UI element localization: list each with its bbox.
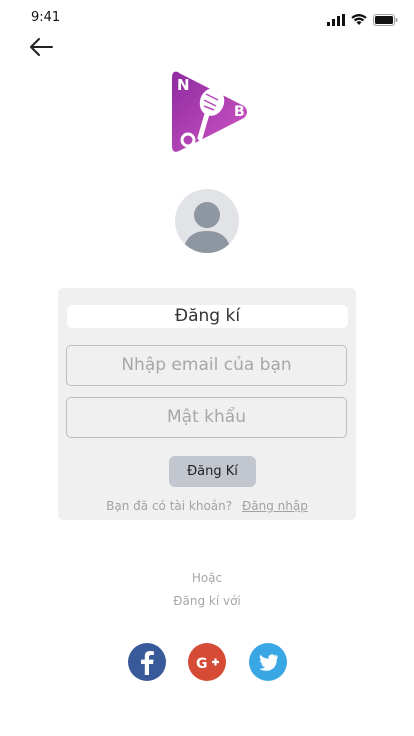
avatar[interactable] — [175, 189, 239, 253]
login-prompt: Bạn đã có tài khoản? Đăng nhập — [58, 499, 356, 513]
app-logo: N B O — [170, 68, 250, 156]
status-time: 9:41 — [31, 10, 61, 25]
wifi-icon — [351, 14, 367, 25]
email-input[interactable]: Nhập email của bạn — [66, 345, 347, 386]
signal-icon — [327, 14, 345, 26]
form-title: Đăng kí — [67, 305, 348, 328]
signup-button[interactable]: Đăng Kí — [169, 456, 256, 487]
password-input[interactable]: Mật khẩu — [66, 397, 347, 438]
logo-letter-n: N — [177, 76, 190, 94]
google-plus-button[interactable]: G — [188, 643, 226, 681]
svg-text:G: G — [196, 656, 208, 672]
register-with-text: Đăng kí với — [173, 594, 241, 608]
battery-icon — [373, 14, 398, 26]
status-icons — [327, 14, 398, 26]
twitter-icon — [259, 654, 278, 671]
or-text: Hoặc — [191, 571, 223, 585]
logo-letter-b: B — [234, 104, 245, 120]
arrow-left-icon — [30, 38, 53, 56]
back-button[interactable] — [28, 36, 54, 58]
facebook-icon — [141, 651, 154, 675]
user-placeholder-icon — [183, 202, 231, 253]
facebook-button[interactable] — [128, 643, 166, 681]
login-link[interactable]: Đăng nhập — [242, 499, 308, 513]
have-account-text: Bạn đã có tài khoản? — [106, 499, 233, 513]
twitter-button[interactable] — [249, 643, 287, 681]
google-plus-icon: G — [196, 656, 219, 672]
